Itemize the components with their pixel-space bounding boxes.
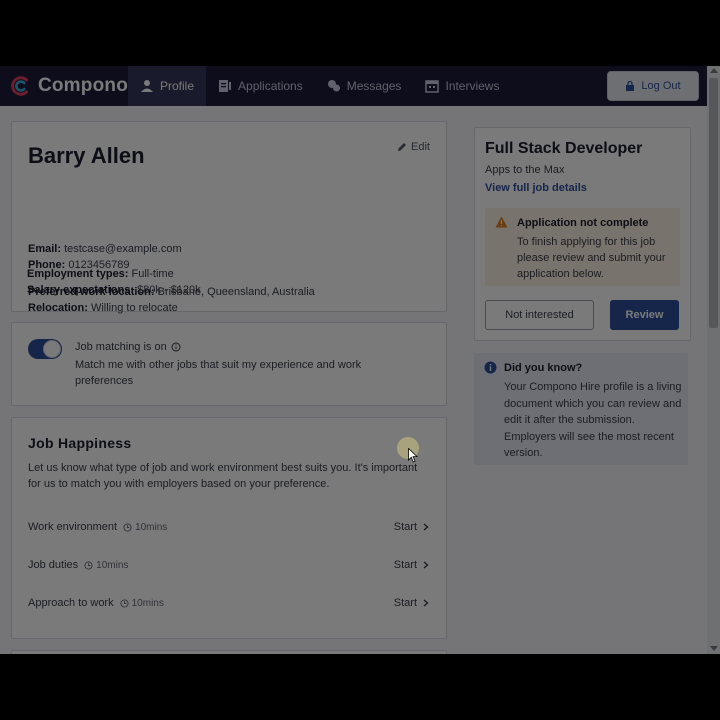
task-label: Job duties <box>28 559 79 571</box>
task-row-job-duties: Job duties 10mins Start <box>28 559 430 575</box>
job-matching-description: Match me with other jobs that suit my ex… <box>75 359 362 387</box>
job-title: Full Stack Developer <box>485 140 643 157</box>
calendar-icon <box>425 80 440 93</box>
clock-icon <box>120 598 129 608</box>
review-button[interactable]: Review <box>610 300 679 330</box>
job-happiness-description: Let us know what type of job and work en… <box>28 462 418 490</box>
start-label: Start <box>393 521 417 533</box>
start-work-environment-button[interactable]: Start <box>394 521 430 533</box>
vertical-scrollbar[interactable] <box>707 66 720 654</box>
email-line: Email: testcase@example.com <box>28 243 182 255</box>
warning-title: Application not complete <box>517 217 649 229</box>
brand[interactable]: Compono <box>0 66 128 106</box>
did-you-know-card: Did you know? Your Compono Hire profile … <box>474 353 688 465</box>
task-time: 10mins <box>96 559 129 571</box>
info-icon <box>484 361 497 374</box>
warning-text: To finish applying for this job please r… <box>517 236 666 280</box>
tab-applications-label: Applications <box>238 79 303 93</box>
job-company: Apps to the Max <box>485 164 565 176</box>
info-text: Your Compono Hire profile is a living do… <box>504 381 682 459</box>
job-matching-title-text: Job matching is on <box>75 341 167 353</box>
edit-profile-button[interactable]: Edit <box>397 141 430 153</box>
start-label: Start <box>393 559 417 571</box>
job-application-card: Full Stack Developer Apps to the Max Vie… <box>474 127 691 341</box>
start-label: Start <box>393 597 417 609</box>
pencil-icon <box>398 143 407 151</box>
info-title: Did you know? <box>504 362 583 374</box>
salary-line: Salary expectations: $80k - $120k <box>27 284 201 296</box>
job-matching-card: Job matching is on Match me with other j… <box>11 322 447 406</box>
scroll-down-arrow-icon[interactable] <box>710 646 718 651</box>
view-job-details-link[interactable]: View full job details <box>485 182 587 194</box>
start-approach-to-work-button[interactable]: Start <box>394 597 430 609</box>
tab-applications[interactable]: Applications <box>206 66 315 106</box>
chevron-right-icon <box>423 523 429 531</box>
task-label: Approach to work <box>28 597 114 609</box>
relocation-line: Relocation: Willing to relocate <box>28 302 178 314</box>
employment-line: Employment types: Full-time <box>27 268 174 280</box>
task-time: 10mins <box>131 597 164 609</box>
application-warning: Application not complete To finish apply… <box>485 208 680 286</box>
job-happiness-title: Job Happiness <box>28 435 132 451</box>
salary-value: $80k - $120k <box>137 284 201 296</box>
user-icon <box>141 80 153 92</box>
tab-profile-label: Profile <box>160 79 195 93</box>
relocation-value: Willing to relocate <box>90 302 178 314</box>
scroll-thumb[interactable] <box>709 78 718 328</box>
brand-name: Compono <box>37 75 128 96</box>
edit-label: Edit <box>411 141 430 153</box>
toggle-knob <box>43 340 61 358</box>
task-label: Work environment <box>28 521 118 533</box>
tab-interviews-label: Interviews <box>445 79 500 93</box>
scroll-up-arrow-icon[interactable] <box>710 68 718 73</box>
chevron-right-icon <box>423 561 429 569</box>
email-value: testcase@example.com <box>64 243 182 255</box>
employment-value: Full-time <box>131 268 174 280</box>
mouse-cursor-icon <box>408 448 418 463</box>
tab-messages[interactable]: Messages <box>315 66 414 106</box>
start-job-duties-button[interactable]: Start <box>394 559 430 571</box>
compono-logo-icon <box>11 76 28 96</box>
app-window: Compono Profile Applications Messages In… <box>0 66 720 654</box>
next-section-card <box>11 650 447 654</box>
clock-icon <box>123 522 132 532</box>
tab-profile[interactable]: Profile <box>128 66 207 106</box>
email-label: Email: <box>28 243 62 255</box>
task-row-approach-to-work: Approach to work 10mins Start <box>28 597 430 613</box>
logout-button[interactable]: Log Out <box>607 71 699 101</box>
job-matching-title: Job matching is on <box>75 341 181 353</box>
tab-messages-label: Messages <box>346 79 402 93</box>
lock-icon <box>626 81 635 91</box>
chevron-right-icon <box>423 599 429 607</box>
task-row-work-environment: Work environment 10mins Start <box>28 521 430 537</box>
task-time: 10mins <box>135 521 168 533</box>
not-interested-button[interactable]: Not interested <box>485 300 594 330</box>
logout-label: Log Out <box>641 80 681 92</box>
warning-icon <box>495 216 508 228</box>
tab-interviews[interactable]: Interviews <box>413 66 511 106</box>
relocation-label: Relocation: <box>28 302 88 314</box>
job-matching-toggle[interactable] <box>28 339 62 359</box>
profile-name: Barry Allen <box>28 143 145 168</box>
top-navbar: Compono Profile Applications Messages In… <box>0 66 707 106</box>
clock-icon <box>84 560 93 570</box>
info-circle-icon[interactable] <box>171 342 181 352</box>
employment-label: Employment types: <box>27 268 129 280</box>
messages-icon <box>327 80 340 92</box>
job-happiness-card: Job Happiness Let us know what type of j… <box>11 417 447 639</box>
applications-icon <box>219 80 232 92</box>
salary-label: Salary expectations: <box>27 284 134 296</box>
